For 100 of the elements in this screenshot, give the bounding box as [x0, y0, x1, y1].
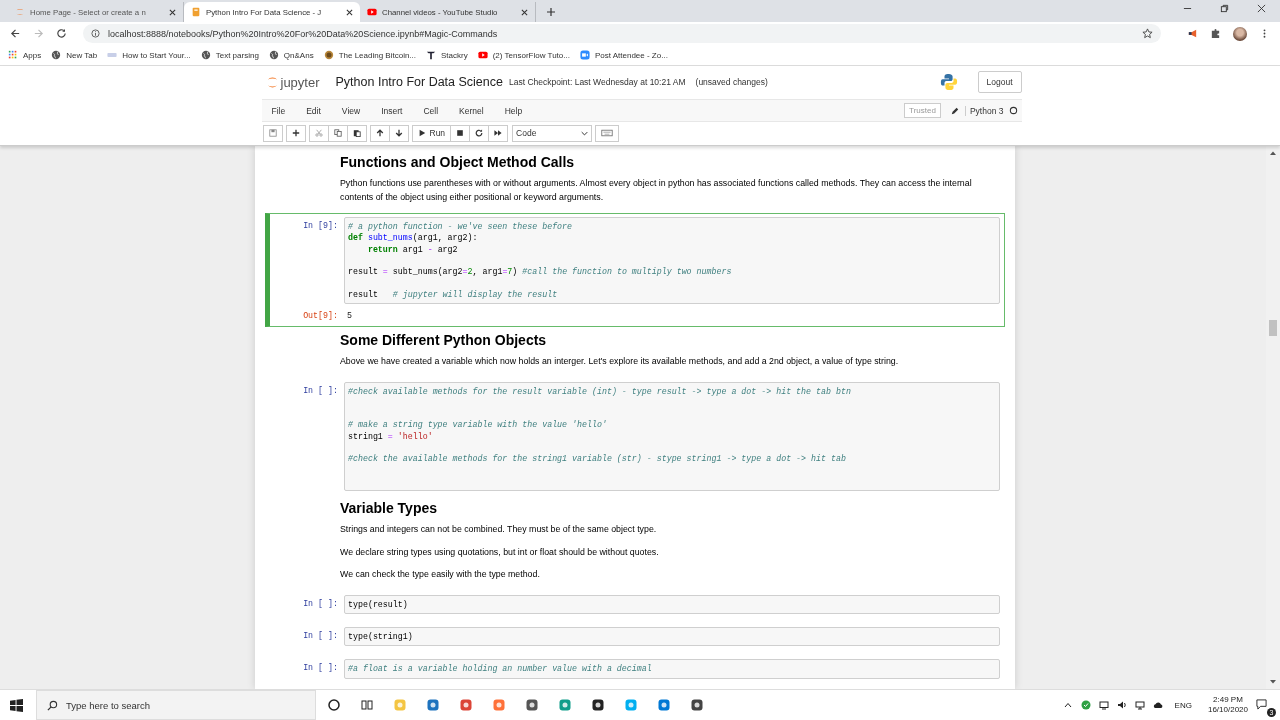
code-editor[interactable]: #a float is a variable holding an number value with a decimal	[344, 659, 1000, 679]
copy-icon	[333, 129, 342, 137]
bookmark[interactable]: New Tab	[51, 50, 98, 60]
task-view-icon[interactable]	[360, 698, 374, 712]
menu-item[interactable]: Insert	[381, 105, 403, 116]
bookmark[interactable]: Post Attendee - Zo...	[579, 50, 668, 60]
add-cell-button[interactable]	[285, 124, 306, 142]
code-editor[interactable]: type(string1)	[344, 627, 1000, 647]
profile-avatar[interactable]	[1233, 26, 1247, 41]
circle-icon[interactable]	[327, 698, 341, 712]
menu-item[interactable]: Help	[504, 105, 523, 116]
scrollbar-thumb[interactable]	[1269, 320, 1277, 336]
close-icon[interactable]	[169, 8, 176, 16]
close-icon[interactable]	[521, 8, 528, 16]
jupyter-logo[interactable]: jupyter	[266, 74, 320, 90]
scroll-up-icon[interactable]	[1269, 150, 1277, 156]
input-prompt: In [ ]:	[302, 662, 339, 675]
code-line: # make a string type variable with the value 'hello'	[347, 419, 608, 431]
plus-icon	[291, 129, 300, 137]
globe-icon	[200, 50, 211, 60]
chevron-up-icon[interactable]	[1062, 700, 1073, 710]
menu-item[interactable]: View	[341, 105, 361, 116]
taskbar-search-field[interactable]: Type here to search	[36, 690, 316, 720]
bookmark[interactable]: Apps	[8, 50, 42, 60]
scissors-icon	[314, 129, 323, 137]
input-prompt: In [ ]:	[302, 630, 339, 643]
clock[interactable]: 2:49 PM 16/10/2020	[1207, 695, 1248, 715]
code-line: #check available methods for the result variable (int) - type result -> type a dot -> hit the tab btn	[347, 385, 852, 397]
close-icon[interactable]	[346, 8, 353, 16]
check-shield-icon[interactable]	[1080, 700, 1091, 710]
bookmark[interactable]: Stackry	[426, 50, 468, 60]
code-line: #a float is a variable holding an number value with a decimal	[347, 663, 653, 675]
cell-type-dropdown[interactable]: Code	[512, 124, 593, 142]
bookmark[interactable]: Qn&Ans	[268, 50, 314, 60]
notifications-icon[interactable]	[1256, 699, 1267, 710]
code-editor[interactable]	[344, 217, 1000, 305]
markdown-text: Above we have created a variable which now holds an interger. Let's explore its available methods, and add a 2nd object, a value of type string.	[340, 355, 900, 369]
paste-button[interactable]	[346, 124, 367, 142]
address-field[interactable]: localhost:8888/notebooks/Python%20Intro%20For%20Data%20Science.ipynb#Magic-Commands	[83, 24, 1161, 43]
fast-forward-button[interactable]	[488, 124, 509, 142]
stack-logo-icon	[426, 50, 437, 60]
input-prompt: In [ ]:	[302, 384, 339, 397]
keyboard-button[interactable]	[595, 124, 620, 142]
run-button[interactable]: Run	[411, 124, 452, 142]
code-line: string1 = 'hello'	[347, 430, 434, 443]
code-line: result # jupyter will display the result	[347, 288, 559, 301]
kernel-name[interactable]: Python 3	[964, 105, 1004, 116]
selected-code-cell[interactable]	[265, 213, 1005, 328]
close-icon[interactable]	[1257, 3, 1266, 13]
logout-button[interactable]: Logout	[977, 71, 1022, 93]
windows-start-icon[interactable]	[10, 698, 23, 712]
restart-button[interactable]	[469, 124, 490, 142]
scroll-down-icon[interactable]	[1269, 679, 1277, 685]
menu-item[interactable]: Kernel	[459, 105, 484, 116]
display-icon[interactable]	[1098, 700, 1109, 710]
bookmark[interactable]: How to Start Your...	[107, 50, 191, 60]
bookmark[interactable]: Text parsing	[200, 50, 259, 60]
restart-icon	[475, 129, 484, 137]
apps-grid-icon	[8, 50, 18, 60]
input-prompt: In [9]:	[302, 220, 339, 232]
fast-forward-icon	[494, 129, 503, 137]
pencil-icon[interactable]	[950, 106, 959, 115]
arrow-down-icon	[394, 129, 403, 137]
arrow-up-icon	[375, 129, 384, 137]
code-editor[interactable]: type(result)	[344, 594, 1000, 615]
language-indicator[interactable]: ENG	[1174, 700, 1192, 710]
restore-icon[interactable]	[1220, 3, 1229, 13]
move-up-button[interactable]	[369, 124, 390, 142]
coin-icon	[323, 50, 334, 60]
cloud-icon[interactable]	[1152, 700, 1163, 710]
globe-icon	[268, 50, 279, 60]
markdown-text: Strings and integers can not be combined. They must be of the same object type.	[340, 523, 658, 537]
bookmark[interactable]: The Leading Bitcoin...	[323, 50, 417, 60]
checkpoint-text: Last Checkpoint: Last Wednesday at 10:21 AM	[509, 77, 686, 87]
new-tab-icon[interactable]	[546, 7, 556, 17]
autosave-status: (unsaved changes)	[695, 77, 768, 87]
markdown-text: We can check the type easily with the type method.	[340, 568, 541, 582]
menu-item[interactable]: File	[271, 105, 286, 116]
network-icon[interactable]	[1134, 700, 1145, 710]
markdown-text: We declare string types using quotations, but int or float should be without quotes.	[340, 545, 660, 559]
stop-button[interactable]	[450, 124, 471, 142]
save-icon	[268, 129, 277, 137]
star-icon[interactable]	[1142, 28, 1153, 39]
info-icon	[91, 29, 100, 38]
menu-item[interactable]: Edit	[306, 105, 321, 116]
menu-item[interactable]: Cell	[423, 105, 439, 116]
bookmark[interactable]: (2) TensorFlow Tuto...	[477, 50, 570, 60]
volume-icon[interactable]	[1116, 700, 1127, 710]
notebook-title[interactable]: Python Intro For Data Science	[335, 75, 503, 89]
markdown-text: Python functions use parentheses with or without arguments. Almost every object in python has associated functions called methods. They can access the internal contents of the object using either positional or keyword arguments.	[340, 177, 973, 204]
puzzle-icon[interactable]	[1210, 28, 1221, 39]
search-icon	[47, 699, 58, 711]
reload-icon[interactable]	[56, 28, 67, 39]
back-icon[interactable]	[10, 28, 21, 39]
move-down-button[interactable]	[388, 124, 409, 142]
megaphone-icon[interactable]	[1187, 28, 1198, 39]
play-icon	[367, 7, 377, 17]
play-icon	[417, 129, 426, 137]
code-line: result = subt_nums(arg2=2, arg1=7) #call the function to multiply two numbers	[347, 266, 733, 278]
cell-output: 5	[346, 310, 353, 323]
